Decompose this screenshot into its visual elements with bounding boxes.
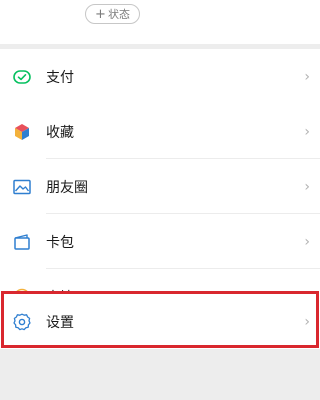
status-label: 状态: [107, 8, 130, 21]
menu-item-pay[interactable]: 支付 ›: [0, 49, 320, 104]
chevron-right-icon: ›: [304, 68, 310, 85]
pay-group: 支付 ›: [0, 49, 320, 104]
menu-label-cards: 卡包: [46, 234, 74, 251]
plus-icon: +: [95, 6, 106, 22]
settings-highlight-box: [1, 291, 319, 348]
card-wallet-icon: [12, 232, 32, 252]
menu-label-pay: 支付: [46, 69, 74, 86]
menu-item-moments[interactable]: 朋友圈 ›: [0, 159, 320, 214]
cube-icon: [12, 122, 32, 142]
chevron-right-icon: ›: [304, 178, 310, 195]
menu-label-favorites: 收藏: [46, 124, 74, 141]
profile-header-area: + 状态: [0, 0, 320, 44]
chevron-right-icon: ›: [304, 233, 310, 250]
image-icon: [12, 177, 32, 197]
menu-label-moments: 朋友圈: [46, 179, 88, 196]
menu-item-favorites[interactable]: 收藏 ›: [0, 104, 320, 159]
wallet-check-icon: [12, 67, 32, 87]
chevron-right-icon: ›: [304, 123, 310, 140]
add-status-button[interactable]: + 状态: [85, 4, 140, 24]
menu-item-cards[interactable]: 卡包 ›: [0, 214, 320, 269]
